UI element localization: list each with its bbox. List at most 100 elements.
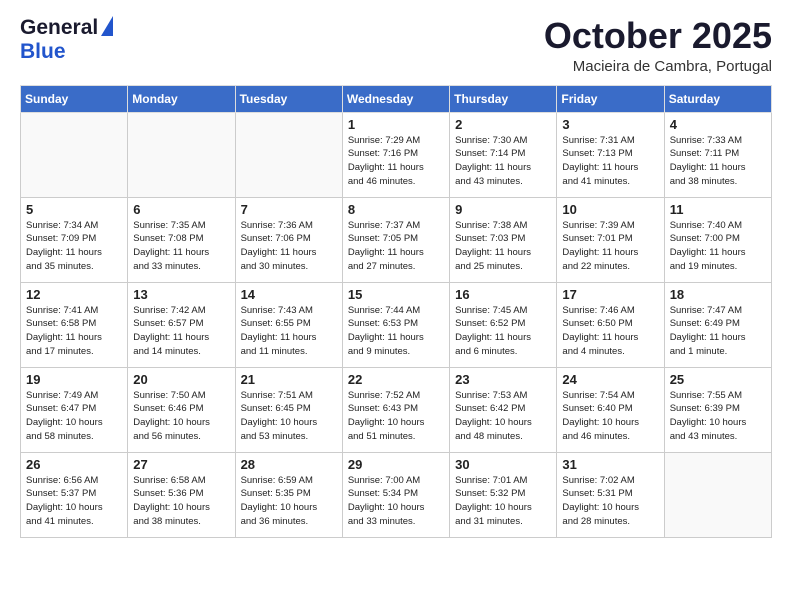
calendar-cell: 9Sunrise: 7:38 AMSunset: 7:03 PMDaylight… (450, 197, 557, 282)
day-info: Sunrise: 7:47 AMSunset: 6:49 PMDaylight:… (670, 304, 766, 359)
day-header-monday: Monday (128, 85, 235, 112)
day-number: 15 (348, 287, 444, 302)
day-number: 8 (348, 202, 444, 217)
day-number: 26 (26, 457, 122, 472)
calendar-cell: 28Sunrise: 6:59 AMSunset: 5:35 PMDayligh… (235, 452, 342, 537)
day-info: Sunrise: 7:50 AMSunset: 6:46 PMDaylight:… (133, 389, 229, 444)
day-info: Sunrise: 7:39 AMSunset: 7:01 PMDaylight:… (562, 219, 658, 274)
calendar-cell: 22 Sunrise: 7:52 AMSunset: 6:43 PMDayligh… (342, 367, 449, 452)
day-info: Sunrise: 7:36 AMSunset: 7:06 PMDaylight:… (241, 219, 337, 274)
calendar-cell (128, 112, 235, 197)
calendar-cell: 17Sunrise: 7:46 AMSunset: 6:50 PMDayligh… (557, 282, 664, 367)
calendar-cell: 1Sunrise: 7:29 AMSunset: 7:16 PMDaylight… (342, 112, 449, 197)
logo-general: General (20, 16, 98, 40)
day-info: Sunrise: 7:43 AMSunset: 6:55 PMDaylight:… (241, 304, 337, 359)
day-info: Sunrise: 7:53 AMSunset: 6:42 PMDaylight:… (455, 389, 551, 444)
calendar-cell: 21Sunrise: 7:51 AMSunset: 6:45 PMDayligh… (235, 367, 342, 452)
calendar-cell: 30 Sunrise: 7:01 AMSunset: 5:32 PMDayligh… (450, 452, 557, 537)
day-number: 19 (26, 372, 122, 387)
day-header-saturday: Saturday (664, 85, 771, 112)
day-header-thursday: Thursday (450, 85, 557, 112)
location-subtitle: Macieira de Cambra, Portugal (544, 58, 772, 75)
calendar-cell: 5 Sunrise: 7:34 AMSunset: 7:09 PMDaylight… (21, 197, 128, 282)
calendar-cell: 27 Sunrise: 6:58 AMSunset: 5:36 PMDayligh… (128, 452, 235, 537)
day-header-sunday: Sunday (21, 85, 128, 112)
day-number: 2 (455, 117, 551, 132)
day-number: 16 (455, 287, 551, 302)
day-info: Sunrise: 7:01 AMSunset: 5:32 PMDaylight:… (455, 474, 551, 529)
day-info: Sunrise: 7:35 AMSunset: 7:08 PMDaylight:… (133, 219, 229, 274)
day-number: 23 (455, 372, 551, 387)
day-info: Sunrise: 7:45 AMSunset: 6:52 PMDaylight:… (455, 304, 551, 359)
calendar-cell: 11Sunrise: 7:40 AMSunset: 7:00 PMDayligh… (664, 197, 771, 282)
day-info: Sunrise: 7:38 AMSunset: 7:03 PMDaylight:… (455, 219, 551, 274)
calendar-cell: 23 Sunrise: 7:53 AMSunset: 6:42 PMDayligh… (450, 367, 557, 452)
day-info: Sunrise: 7:41 AMSunset: 6:58 PMDaylight:… (26, 304, 122, 359)
calendar-cell: 16 Sunrise: 7:45 AMSunset: 6:52 PMDayligh… (450, 282, 557, 367)
calendar-week-2: 12 Sunrise: 7:41 AMSunset: 6:58 PMDayligh… (21, 282, 772, 367)
calendar-week-3: 19 Sunrise: 7:49 AMSunset: 6:47 PMDayligh… (21, 367, 772, 452)
calendar-week-4: 26Sunrise: 6:56 AMSunset: 5:37 PMDayligh… (21, 452, 772, 537)
day-info: Sunrise: 7:54 AMSunset: 6:40 PMDaylight:… (562, 389, 658, 444)
calendar-cell: 14 Sunrise: 7:43 AMSunset: 6:55 PMDayligh… (235, 282, 342, 367)
calendar-cell: 2 Sunrise: 7:30 AMSunset: 7:14 PMDaylight… (450, 112, 557, 197)
month-title: October 2025 (544, 16, 772, 56)
calendar-cell: 18Sunrise: 7:47 AMSunset: 6:49 PMDayligh… (664, 282, 771, 367)
day-header-friday: Friday (557, 85, 664, 112)
day-number: 7 (241, 202, 337, 217)
day-number: 24 (562, 372, 658, 387)
day-number: 28 (241, 457, 337, 472)
day-info: Sunrise: 7:34 AMSunset: 7:09 PMDaylight:… (26, 219, 122, 274)
calendar-cell: 24 Sunrise: 7:54 AMSunset: 6:40 PMDayligh… (557, 367, 664, 452)
logo-icon (101, 16, 113, 36)
day-number: 3 (562, 117, 658, 132)
day-info: Sunrise: 7:49 AMSunset: 6:47 PMDaylight:… (26, 389, 122, 444)
day-info: Sunrise: 7:52 AMSunset: 6:43 PMDaylight:… (348, 389, 444, 444)
calendar-cell (21, 112, 128, 197)
day-number: 13 (133, 287, 229, 302)
day-number: 29 (348, 457, 444, 472)
calendar-cell: 20 Sunrise: 7:50 AMSunset: 6:46 PMDayligh… (128, 367, 235, 452)
calendar-week-0: 1Sunrise: 7:29 AMSunset: 7:16 PMDaylight… (21, 112, 772, 197)
day-info: Sunrise: 7:44 AMSunset: 6:53 PMDaylight:… (348, 304, 444, 359)
calendar-cell: 8Sunrise: 7:37 AMSunset: 7:05 PMDaylight… (342, 197, 449, 282)
day-number: 12 (26, 287, 122, 302)
day-number: 25 (670, 372, 766, 387)
day-number: 6 (133, 202, 229, 217)
calendar-table: SundayMondayTuesdayWednesdayThursdayFrid… (20, 85, 772, 538)
day-info: Sunrise: 7:42 AMSunset: 6:57 PMDaylight:… (133, 304, 229, 359)
calendar-cell: 25Sunrise: 7:55 AMSunset: 6:39 PMDayligh… (664, 367, 771, 452)
calendar-cell: 4 Sunrise: 7:33 AMSunset: 7:11 PMDaylight… (664, 112, 771, 197)
day-number: 5 (26, 202, 122, 217)
day-number: 27 (133, 457, 229, 472)
calendar-cell: 13 Sunrise: 7:42 AMSunset: 6:57 PMDayligh… (128, 282, 235, 367)
day-number: 4 (670, 117, 766, 132)
calendar-cell: 3 Sunrise: 7:31 AMSunset: 7:13 PMDaylight… (557, 112, 664, 197)
day-number: 21 (241, 372, 337, 387)
calendar-cell: 29Sunrise: 7:00 AMSunset: 5:34 PMDayligh… (342, 452, 449, 537)
day-number: 30 (455, 457, 551, 472)
calendar-cell: 31 Sunrise: 7:02 AMSunset: 5:31 PMDayligh… (557, 452, 664, 537)
day-number: 11 (670, 202, 766, 217)
day-number: 14 (241, 287, 337, 302)
day-info: Sunrise: 7:30 AMSunset: 7:14 PMDaylight:… (455, 134, 551, 189)
day-number: 20 (133, 372, 229, 387)
day-info: Sunrise: 7:33 AMSunset: 7:11 PMDaylight:… (670, 134, 766, 189)
calendar-cell: 7 Sunrise: 7:36 AMSunset: 7:06 PMDaylight… (235, 197, 342, 282)
day-info: Sunrise: 7:46 AMSunset: 6:50 PMDaylight:… (562, 304, 658, 359)
day-number: 31 (562, 457, 658, 472)
day-number: 1 (348, 117, 444, 132)
day-info: Sunrise: 7:31 AMSunset: 7:13 PMDaylight:… (562, 134, 658, 189)
day-info: Sunrise: 7:02 AMSunset: 5:31 PMDaylight:… (562, 474, 658, 529)
day-header-tuesday: Tuesday (235, 85, 342, 112)
calendar-cell: 15 Sunrise: 7:44 AMSunset: 6:53 PMDayligh… (342, 282, 449, 367)
calendar-cell: 10 Sunrise: 7:39 AMSunset: 7:01 PMDayligh… (557, 197, 664, 282)
calendar-cell (664, 452, 771, 537)
day-number: 22 (348, 372, 444, 387)
calendar-cell: 12 Sunrise: 7:41 AMSunset: 6:58 PMDayligh… (21, 282, 128, 367)
logo-blue: Blue (20, 40, 66, 64)
calendar-week-1: 5 Sunrise: 7:34 AMSunset: 7:09 PMDaylight… (21, 197, 772, 282)
day-number: 10 (562, 202, 658, 217)
day-info: Sunrise: 6:58 AMSunset: 5:36 PMDaylight:… (133, 474, 229, 529)
calendar-cell: 19 Sunrise: 7:49 AMSunset: 6:47 PMDayligh… (21, 367, 128, 452)
